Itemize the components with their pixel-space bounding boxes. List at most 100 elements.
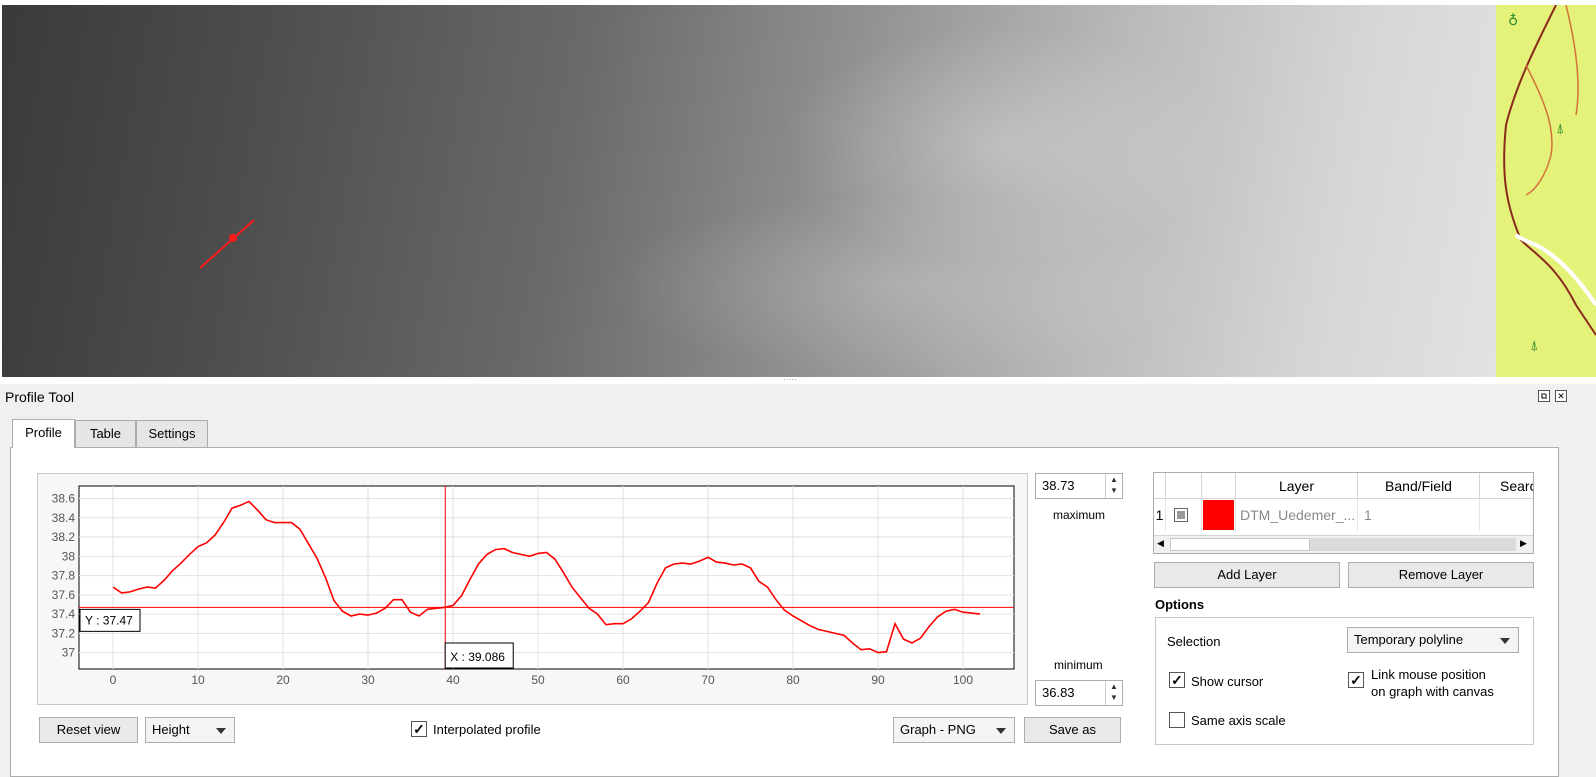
table-header-search[interactable]: Searc bbox=[1480, 473, 1533, 499]
dock-title: Profile Tool bbox=[5, 389, 75, 405]
plot-area bbox=[78, 485, 1015, 670]
scroll-right-icon[interactable]: ▶ bbox=[1520, 538, 1527, 549]
maximum-label: maximum bbox=[1053, 508, 1106, 522]
topo-tree-symbol: ⍋ bbox=[1556, 121, 1564, 137]
save-as-button[interactable]: Save as bbox=[1024, 717, 1121, 743]
y-tick-label: 37.2 bbox=[52, 626, 76, 640]
minimum-spinbox[interactable]: 36.83 ▲ ▼ bbox=[1035, 680, 1123, 706]
show-cursor-label: Show cursor bbox=[1191, 674, 1264, 689]
map-canvas[interactable]: ♁ ⍋ ⍋ bbox=[0, 0, 1596, 384]
height-combo-value: Height bbox=[152, 722, 190, 737]
y-axis-ticks: 37 37.2 37.4 37.6 37.8 38 38.2 38.4 38.6 bbox=[52, 492, 76, 660]
spin-arrows-icon[interactable]: ▲ ▼ bbox=[1105, 474, 1122, 498]
topo-tree-symbol: ⍋ bbox=[1530, 338, 1538, 354]
x-tick-label: 100 bbox=[953, 673, 973, 687]
selection-mode-value: Temporary polyline bbox=[1354, 632, 1464, 647]
link-mouse-label-line2: on graph with canvas bbox=[1371, 684, 1494, 699]
row-index: 1 bbox=[1154, 499, 1166, 531]
close-dock-icon[interactable]: ✕ bbox=[1555, 390, 1567, 402]
cursor-y-label: Y : 37.47 bbox=[85, 613, 133, 627]
options-title: Options bbox=[1155, 597, 1205, 612]
chevron-down-icon bbox=[996, 728, 1006, 734]
dem-raster[interactable] bbox=[2, 5, 1496, 377]
y-tick-label: 38.4 bbox=[52, 511, 76, 525]
layer-table[interactable]: Layer Band/Field Searc 1 DTM_Uedemer_...… bbox=[1153, 472, 1534, 554]
y-tick-label: 37.6 bbox=[52, 588, 76, 602]
height-combo[interactable]: Height bbox=[145, 717, 235, 743]
float-dock-icon[interactable]: ⧉ bbox=[1538, 390, 1550, 402]
tab-table[interactable]: Table bbox=[75, 420, 136, 448]
y-tick-label: 37.4 bbox=[52, 607, 76, 621]
selection-mode-combo[interactable]: Temporary polyline bbox=[1347, 627, 1519, 653]
profile-polyline bbox=[199, 219, 255, 269]
cursor-x-readout: X : 39.086 bbox=[444, 642, 514, 669]
minimum-label: minimum bbox=[1054, 658, 1103, 672]
y-tick-label: 38.6 bbox=[52, 492, 76, 506]
interpolated-profile-checkbox[interactable]: ✓ bbox=[411, 721, 427, 737]
topo-contour bbox=[1525, 64, 1553, 196]
link-mouse-label: Link mouse position on graph with canvas bbox=[1371, 666, 1494, 700]
table-header-check bbox=[1166, 473, 1202, 499]
x-tick-label: 40 bbox=[446, 673, 460, 687]
table-header-corner bbox=[1154, 473, 1166, 499]
link-mouse-label-line1: Link mouse position bbox=[1371, 667, 1486, 682]
horizontal-scrollbar[interactable]: ◀ ▶ bbox=[1154, 535, 1533, 553]
export-format-value: Graph - PNG bbox=[900, 722, 976, 737]
table-row-layer[interactable]: DTM_Uedemer_... bbox=[1236, 499, 1358, 531]
dock-splitter-handle[interactable]: ····· bbox=[780, 376, 800, 384]
chevron-down-icon bbox=[216, 728, 226, 734]
table-row-color-cell[interactable] bbox=[1202, 499, 1236, 531]
x-tick-label: 30 bbox=[361, 673, 375, 687]
scrollbar-thumb[interactable] bbox=[1170, 538, 1310, 551]
link-mouse-checkbox[interactable]: ✓ bbox=[1348, 672, 1364, 688]
profile-plot[interactable]: 37 37.2 37.4 37.6 37.8 38 38.2 38.4 38.6 0 10 20 30… bbox=[37, 473, 1028, 705]
topographic-map-layer[interactable]: ♁ ⍋ ⍋ bbox=[1496, 5, 1596, 377]
table-header-color bbox=[1202, 473, 1236, 499]
maximum-spinbox[interactable]: 38.73 ▲ ▼ bbox=[1035, 473, 1123, 499]
y-tick-label: 37.8 bbox=[52, 569, 76, 583]
topo-features: ♁ ⍋ ⍋ bbox=[1503, 5, 1596, 354]
scrollbar-track[interactable] bbox=[1310, 538, 1516, 551]
table-row-checkbox-cell[interactable] bbox=[1166, 499, 1202, 531]
profile-line-overlay bbox=[199, 219, 255, 269]
same-axis-scale-checkbox[interactable] bbox=[1169, 712, 1185, 728]
minimum-value: 36.83 bbox=[1042, 685, 1075, 700]
profile-cursor-marker bbox=[229, 234, 237, 242]
x-axis-ticks: 0 10 20 30 40 50 60 70 80 90 100 bbox=[110, 673, 974, 687]
selection-label: Selection bbox=[1167, 634, 1221, 649]
show-cursor-checkbox[interactable]: ✓ bbox=[1169, 672, 1185, 688]
row-visibility-checkbox[interactable] bbox=[1174, 508, 1188, 522]
spin-arrows-icon[interactable]: ▲ ▼ bbox=[1105, 681, 1122, 705]
maximum-value: 38.73 bbox=[1042, 478, 1075, 493]
layer-color-swatch[interactable] bbox=[1203, 500, 1234, 530]
x-tick-label: 60 bbox=[616, 673, 630, 687]
table-header-layer[interactable]: Layer bbox=[1236, 473, 1358, 499]
x-tick-label: 80 bbox=[786, 673, 800, 687]
x-tick-label: 0 bbox=[110, 673, 117, 687]
cursor-y-readout: Y : 37.47 bbox=[79, 608, 141, 632]
add-layer-button[interactable]: Add Layer bbox=[1154, 562, 1340, 588]
scroll-left-icon[interactable]: ◀ bbox=[1157, 538, 1164, 549]
cursor-x-label: X : 39.086 bbox=[450, 650, 505, 664]
export-format-combo[interactable]: Graph - PNG bbox=[893, 717, 1015, 743]
topo-tree-symbol: ♁ bbox=[1508, 13, 1518, 29]
x-tick-label: 10 bbox=[191, 673, 205, 687]
tab-profile[interactable]: Profile bbox=[12, 419, 75, 448]
table-row-band[interactable]: 1 bbox=[1358, 499, 1480, 531]
table-header-band[interactable]: Band/Field bbox=[1358, 473, 1480, 499]
x-tick-label: 70 bbox=[701, 673, 715, 687]
same-axis-scale-label: Same axis scale bbox=[1191, 713, 1286, 728]
checkbox-partial-icon bbox=[1177, 511, 1185, 519]
tab-settings[interactable]: Settings bbox=[136, 420, 208, 448]
x-tick-label: 90 bbox=[871, 673, 885, 687]
reset-view-button[interactable]: Reset view bbox=[39, 717, 138, 743]
x-tick-label: 50 bbox=[531, 673, 545, 687]
y-tick-label: 38.2 bbox=[52, 530, 76, 544]
remove-layer-button[interactable]: Remove Layer bbox=[1348, 562, 1534, 588]
table-row-search[interactable] bbox=[1480, 499, 1533, 531]
y-tick-label: 38 bbox=[62, 549, 76, 563]
y-tick-label: 37 bbox=[62, 646, 76, 660]
chevron-down-icon bbox=[1500, 638, 1510, 644]
x-tick-label: 20 bbox=[276, 673, 290, 687]
topo-contour bbox=[1565, 5, 1579, 116]
